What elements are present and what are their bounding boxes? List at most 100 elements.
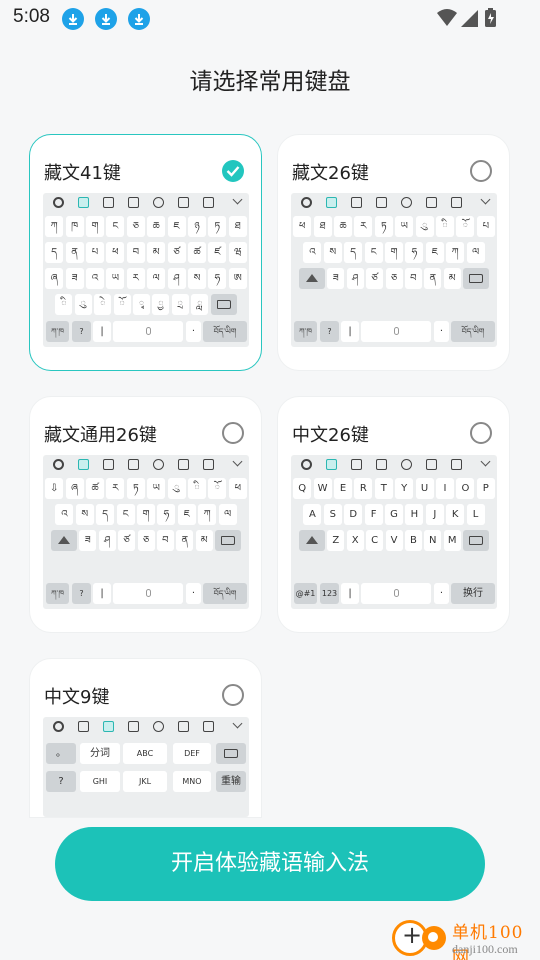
expand-icon (203, 197, 214, 208)
watermark-ball-icon (422, 926, 446, 950)
key: འ (86, 268, 104, 289)
key (113, 583, 183, 604)
key (361, 583, 431, 604)
key: ཐ (313, 216, 332, 237)
chevron-down-icon (480, 194, 491, 205)
key: ད (45, 242, 64, 263)
backspace-icon (216, 299, 231, 309)
backspace-icon (224, 748, 238, 758)
emoji-icon (153, 197, 164, 208)
keyboard-toolbar (43, 193, 249, 213)
page-title: 请选择常用键盘 (189, 69, 351, 95)
key (298, 530, 325, 551)
keyboard-card[interactable]: 中文9键。分词 ABC DEF? GHI JKL MNO 重输 (29, 658, 262, 818)
key: F (364, 504, 383, 525)
key: ཉ (188, 216, 206, 237)
key: G (385, 504, 403, 525)
key: ང (364, 242, 383, 263)
download-icon (128, 8, 150, 30)
key: ོ (113, 294, 131, 315)
key: ཡ (395, 216, 414, 237)
backspace-icon (469, 273, 484, 283)
key: N (424, 530, 442, 551)
key: S (323, 504, 342, 525)
gear-icon (53, 197, 64, 208)
key: མ (443, 268, 461, 289)
key: ག (86, 216, 104, 237)
key: V (385, 530, 403, 551)
keyboard-icon (103, 197, 114, 208)
key: E (334, 478, 352, 499)
key: ABC (123, 743, 167, 764)
keyboard-card[interactable]: 藏文通用26键 ⇩ཞཚརཏཡིོུཕ འསདངགཧཇཀལ ཟཤཙཅབནམ ཀ་ཁ?123… (29, 396, 262, 633)
key: ཇ (425, 242, 444, 263)
key: ུ (167, 478, 186, 499)
key: T (374, 478, 393, 499)
shift-icon (57, 536, 70, 544)
keyboard-toolbar (43, 717, 249, 737)
expand-icon (203, 459, 214, 470)
key: · (186, 321, 201, 342)
key: ང (116, 504, 135, 525)
download-icon (62, 8, 84, 30)
keyboard-card[interactable]: 中文26键 Q W E R T Y U I O P A S D F G H J K L Z X C V B N M @#1 123 | · 换… (277, 396, 510, 633)
key: ཟ (79, 530, 97, 551)
key: ཀ (198, 504, 217, 525)
key: ཝ (228, 242, 247, 263)
mic-icon (145, 327, 151, 335)
keyboard-card[interactable]: 藏文26键 ཕཐཆརཏཡིོུཔ འསདངགཧཇཀལ ཟཤཙཅབནམ ཀ་ཁ?123| ·… (277, 134, 510, 371)
radio-unchecked-icon[interactable] (222, 684, 244, 706)
chevron-down-icon (232, 456, 243, 467)
key: ྱ (152, 294, 170, 315)
radio-checked-icon[interactable] (222, 160, 244, 182)
key: ུ (415, 216, 434, 237)
key: L (466, 504, 485, 525)
key: ཏ (126, 478, 145, 499)
voice-icon (178, 721, 189, 732)
key: ན (424, 268, 442, 289)
en-icon (376, 197, 387, 208)
key: @#1 (294, 583, 317, 604)
key: བ (404, 268, 422, 289)
key: ཙ (167, 242, 186, 263)
en-icon (128, 721, 139, 732)
key: ཧ (208, 268, 227, 289)
key: ཚ (86, 478, 104, 499)
chevron-down-icon (232, 194, 243, 205)
keyboard-card[interactable]: 藏文41键 ཀ ཁ ག ང ཅ ཆ ཇ ཉ ཏ ཐ ད ན པ ཕ བ མ ཙ ཚ ཛ ཝ ཞ ཟ འ ཡ ར ལ ཤ ས ཧ ཨིེོུྭ… (29, 134, 262, 371)
key: ཕ (106, 242, 125, 263)
key: ླ (191, 294, 209, 315)
keyboard-icon (351, 459, 362, 470)
key: ི (55, 294, 73, 315)
key: ག (137, 504, 155, 525)
status-time: 5:08 (13, 6, 50, 27)
key: ཙ (118, 530, 136, 551)
start-experience-button[interactable]: 开启体验藏语输入法 (55, 827, 485, 901)
key: འ (303, 242, 322, 263)
voice-icon (426, 197, 437, 208)
keyboard-icon (103, 459, 114, 470)
key: 123 (320, 583, 339, 604)
key: | (341, 321, 359, 342)
key: U (415, 478, 434, 499)
voice-icon (178, 197, 189, 208)
key: A (303, 504, 322, 525)
key: ྲ (171, 294, 189, 315)
keyboard-preview: ཀ ཁ ག ང ཅ ཆ ཇ ཉ ཏ ཐ ད ན པ ཕ བ མ ཙ ཚ ཛ ཝ ཞ ཟ འ ཡ ར ལ ཤ ས ཧ ཨིེོུྭྱྲླ ཀ་… (43, 193, 249, 347)
radio-unchecked-icon[interactable] (222, 422, 244, 444)
key: ཞ (45, 268, 64, 289)
key (113, 321, 183, 342)
keyboard-preview: 。分词 ABC DEF? GHI JKL MNO 重输 (43, 717, 249, 817)
radio-unchecked-icon[interactable] (470, 160, 492, 182)
key: O (456, 478, 475, 499)
watermark-url: danji100.com (452, 942, 518, 956)
key: ཞ (65, 478, 84, 499)
battery-charging-icon (485, 8, 496, 27)
key: ཕ (228, 478, 247, 499)
key (463, 530, 490, 551)
key: ཚ (188, 242, 206, 263)
radio-unchecked-icon[interactable] (470, 422, 492, 444)
key: ཇ (167, 216, 186, 237)
key: ཟ (327, 268, 345, 289)
key: ཤ (167, 268, 186, 289)
